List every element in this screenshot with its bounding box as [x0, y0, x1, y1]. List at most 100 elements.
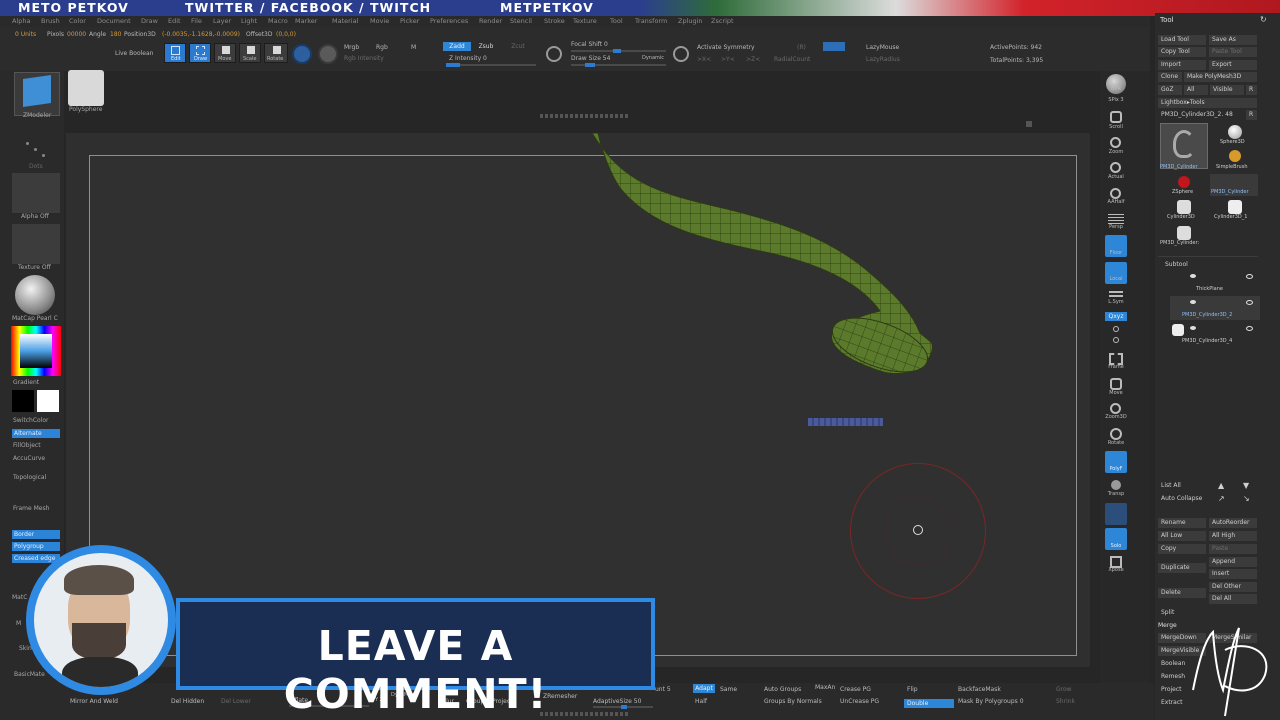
menu-item-stroke[interactable]: Stroke	[544, 17, 565, 25]
del-other-button[interactable]: Del Other	[1209, 582, 1257, 592]
same-toggle[interactable]: Same	[720, 686, 737, 693]
polysphere-tool-button[interactable]	[68, 70, 104, 106]
zadd-toggle[interactable]: Zadd	[443, 42, 471, 51]
merge-section[interactable]: Merge	[1158, 622, 1177, 629]
menu-item-stencil[interactable]: Stencil	[510, 17, 532, 25]
polygroup-toggle[interactable]: Polygroup	[12, 542, 60, 551]
material-sphere-icon[interactable]	[292, 44, 312, 64]
menu-item-layer[interactable]: Layer	[213, 17, 231, 25]
crease-pg-button[interactable]: Crease PG	[840, 686, 871, 693]
insert-button[interactable]: Insert	[1209, 569, 1257, 579]
z-intensity-track[interactable]	[446, 63, 536, 67]
edit-button[interactable]: Edit	[164, 43, 186, 63]
list-all-button[interactable]: List All	[1161, 482, 1181, 489]
current-tool-r-button[interactable]: R	[1246, 110, 1257, 120]
paste-tool-button[interactable]: Paste Tool	[1209, 47, 1257, 57]
z-intensity-slider[interactable]: Z Intensity 0	[449, 55, 487, 62]
tool-thumb-active[interactable]	[1160, 123, 1208, 169]
make-polymesh-button[interactable]: Make PolyMesh3D	[1184, 72, 1257, 82]
qxyz-toggle[interactable]: Qxyz	[1105, 312, 1127, 321]
frame-mesh-button[interactable]: Frame Mesh	[13, 505, 49, 512]
mask-by-polygroups-slider[interactable]: Mask By Polygroups 0	[958, 698, 1024, 705]
focal-shift-slider[interactable]: Focal Shift 0	[571, 41, 608, 48]
draw-size-track[interactable]	[571, 63, 666, 67]
stroke-dots-icon[interactable]	[24, 138, 48, 162]
eye-icon[interactable]	[1246, 326, 1253, 331]
live-boolean-button[interactable]: Live Boolean	[115, 50, 153, 57]
gyro-axes-icon[interactable]	[1105, 323, 1127, 347]
y-axis-toggle[interactable]: >Y<	[721, 56, 735, 63]
menu-item-brush[interactable]: Brush	[41, 17, 60, 25]
export-button[interactable]: Export	[1209, 60, 1257, 70]
auto-reorder-button[interactable]: AutoReorder	[1209, 518, 1257, 528]
draw-button[interactable]: Draw	[189, 43, 211, 63]
activate-symmetry-button[interactable]: Activate Symmetry	[697, 44, 755, 51]
dynamic-toggle[interactable]: Dynamic	[642, 55, 664, 61]
extract-section[interactable]: Extract	[1161, 699, 1183, 706]
sphere3d-thumb[interactable]	[1228, 125, 1242, 139]
goz-r-button[interactable]: R	[1246, 85, 1257, 95]
subtool-row-1-selected[interactable]: PM3D_Cylinder3D_2	[1170, 296, 1260, 320]
current-tool-slider[interactable]: PM3D_Cylinder3D_2. 48	[1161, 111, 1233, 118]
menu-item-color[interactable]: Color	[69, 17, 86, 25]
import-button[interactable]: Import	[1158, 60, 1206, 70]
scale-button[interactable]: Scale	[239, 43, 261, 63]
switch-color-button[interactable]: SwitchColor	[13, 417, 49, 424]
remesh-section[interactable]: Remesh	[1161, 673, 1185, 680]
menu-item-marker[interactable]: Marker	[295, 17, 317, 25]
goz-visible-button[interactable]: Visible	[1210, 85, 1244, 95]
append-button[interactable]: Append	[1209, 557, 1257, 567]
menu-item-file[interactable]: File	[191, 17, 202, 25]
menu-item-render[interactable]: Render	[479, 17, 502, 25]
subtool-visibility-icon[interactable]	[1190, 326, 1196, 330]
menu-item-tool[interactable]: Tool	[610, 17, 623, 25]
main-color-swatch[interactable]	[37, 390, 59, 412]
draw-size-slider[interactable]: Draw Size 54	[571, 55, 610, 62]
viewport-scroll-handle[interactable]	[540, 114, 630, 118]
alpha-slot[interactable]	[12, 173, 60, 213]
move-button[interactable]: Move	[214, 43, 236, 63]
z-axis-toggle[interactable]: >Z<	[746, 56, 760, 63]
half-toggle[interactable]: Half	[695, 698, 707, 705]
menu-item-light[interactable]: Light	[241, 17, 257, 25]
backface-mask-toggle[interactable]: BackfaceMask	[958, 686, 1001, 693]
move-up-arrow-icon[interactable]: ↗	[1218, 494, 1225, 503]
shrink-button[interactable]: Shrink	[1056, 698, 1075, 705]
menu-item-draw[interactable]: Draw	[141, 17, 158, 25]
rename-button[interactable]: Rename	[1158, 518, 1206, 528]
flip-button[interactable]: Flip	[907, 686, 918, 693]
arrow-up-icon[interactable]: ▲	[1218, 481, 1224, 490]
rgb-intensity-slider[interactable]: Rgb Intensity	[344, 55, 384, 62]
menu-item-texture[interactable]: Texture	[573, 17, 597, 25]
brush-sphere-icon[interactable]	[318, 44, 338, 64]
accucurve-toggle[interactable]: AccuCurve	[13, 455, 45, 462]
uncrease-pg-button[interactable]: UnCrease PG	[840, 698, 879, 705]
zsub-toggle[interactable]: Zsub	[474, 42, 498, 51]
max-angle-slider[interactable]: MaxAn	[815, 684, 835, 691]
floating-slider-handle[interactable]	[808, 418, 883, 426]
menu-item-material[interactable]: Material	[332, 17, 358, 25]
focal-shift-track[interactable]	[571, 49, 666, 53]
copy-subtool-button[interactable]: Copy	[1158, 544, 1206, 554]
lazy-radius-slider[interactable]: LazyRadius	[866, 56, 900, 63]
palette-close-icon[interactable]: ↻	[1260, 15, 1267, 24]
delete-button[interactable]: Delete	[1158, 588, 1206, 598]
split-section[interactable]: Split	[1161, 609, 1174, 616]
radial-r-toggle[interactable]: (R)	[797, 44, 806, 51]
alternate-toggle[interactable]: Alternate	[12, 429, 60, 438]
project-section[interactable]: Project	[1161, 686, 1182, 693]
topological-toggle[interactable]: Topological	[13, 474, 46, 481]
color-picker[interactable]	[11, 326, 61, 376]
menu-item-zplugin[interactable]: Zplugin	[678, 17, 703, 25]
lightbox-tools-button[interactable]: Lightbox▸Tools	[1158, 98, 1257, 108]
lazy-mouse-toggle[interactable]: LazyMouse	[866, 44, 899, 51]
all-high-button[interactable]: All High	[1209, 531, 1257, 541]
load-tool-button[interactable]: Load Tool	[1158, 35, 1206, 45]
save-as-button[interactable]: Save As	[1209, 35, 1257, 45]
eye-icon[interactable]	[1246, 274, 1253, 279]
grow-button[interactable]: Grow	[1056, 686, 1072, 693]
menu-item-alpha[interactable]: Alpha	[12, 17, 30, 25]
rgb-toggle[interactable]: Rgb	[376, 44, 388, 51]
mrgb-toggle[interactable]: Mrgb	[344, 44, 359, 51]
mirror-and-weld-button[interactable]: Mirror And Weld	[70, 698, 118, 705]
